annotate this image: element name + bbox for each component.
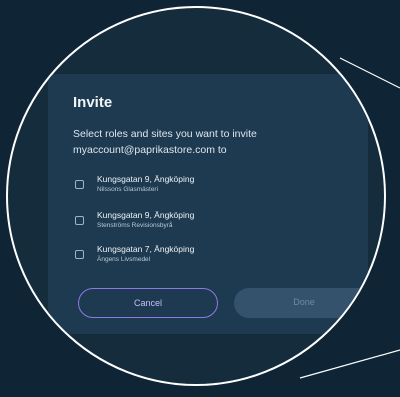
- intro-line-2: myaccount@paprikastore.com to: [73, 144, 227, 156]
- site-option-1[interactable]: Kungsgatan 9, Ängköping Nilssons Glasmäs…: [73, 174, 333, 198]
- magnifier-lens: Invite ✕ Select roles and sites you want…: [6, 6, 386, 386]
- site-option-2[interactable]: Kungsgatan 9, Ängköping Stenströms Revis…: [73, 210, 333, 234]
- done-button[interactable]: Done: [234, 288, 374, 318]
- option-subtitle: Ängens Livsmedel: [97, 256, 151, 263]
- option-subtitle: Stenströms Revisionsbyrå: [97, 222, 173, 229]
- option-title: Kungsgatan 7, Ängköping: [97, 244, 195, 254]
- checkbox[interactable]: [75, 216, 84, 225]
- invite-dialog: Invite ✕ Select roles and sites you want…: [48, 74, 374, 334]
- dialog-intro: Select roles and sites you want to invit…: [73, 126, 343, 158]
- dialog-title: Invite: [73, 94, 113, 111]
- site-option-3[interactable]: Kungsgatan 7, Ängköping Ängens Livsmedel: [73, 244, 333, 268]
- intro-line-1: Select roles and sites you want to invit…: [73, 128, 257, 140]
- option-title: Kungsgatan 9, Ängköping: [97, 210, 195, 220]
- close-icon[interactable]: ✕: [355, 89, 369, 103]
- checkbox[interactable]: [75, 180, 84, 189]
- option-subtitle: Nilssons Glasmästeri: [97, 186, 159, 193]
- checkbox[interactable]: [75, 250, 84, 259]
- option-title: Kungsgatan 9, Ängköping: [97, 174, 195, 184]
- cancel-button[interactable]: Cancel: [78, 288, 218, 318]
